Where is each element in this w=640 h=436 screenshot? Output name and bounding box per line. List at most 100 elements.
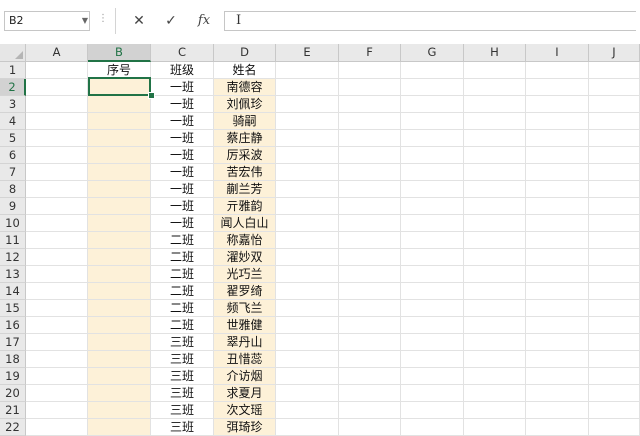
cell-e19[interactable] <box>276 368 339 385</box>
cell-c21[interactable]: 三班 <box>151 402 214 419</box>
spreadsheet-grid[interactable]: A B C D E F G H I J 1 序号 班级 姓名 2 一班 南德容 3 一班 刘佩珍 4 一班 骑嗣 5 一班 蔡庄静… <box>0 40 640 436</box>
cell-f11[interactable] <box>339 232 401 249</box>
cell-a20[interactable] <box>26 385 88 402</box>
chevron-down-icon[interactable]: ▼ <box>80 11 90 31</box>
cell-c22[interactable]: 三班 <box>151 419 214 436</box>
cell-h2[interactable] <box>464 79 526 96</box>
cell-i16[interactable] <box>526 317 589 334</box>
cell-b9[interactable] <box>88 198 151 215</box>
cell-e9[interactable] <box>276 198 339 215</box>
cell-g15[interactable] <box>401 300 464 317</box>
cell-c12[interactable]: 二班 <box>151 249 214 266</box>
cell-a12[interactable] <box>26 249 88 266</box>
cell-d3[interactable]: 刘佩珍 <box>214 96 276 113</box>
cell-j5[interactable] <box>589 130 640 147</box>
cell-g2[interactable] <box>401 79 464 96</box>
cell-f14[interactable] <box>339 283 401 300</box>
cell-e7[interactable] <box>276 164 339 181</box>
cell-e8[interactable] <box>276 181 339 198</box>
cell-j8[interactable] <box>589 181 640 198</box>
cell-g6[interactable] <box>401 147 464 164</box>
cell-h11[interactable] <box>464 232 526 249</box>
column-header-i[interactable]: I <box>526 44 589 62</box>
cell-f4[interactable] <box>339 113 401 130</box>
row-header-20[interactable]: 20 <box>0 385 26 402</box>
cell-h22[interactable] <box>464 419 526 436</box>
cell-f7[interactable] <box>339 164 401 181</box>
column-header-c[interactable]: C <box>151 44 214 62</box>
cell-d20[interactable]: 求夏月 <box>214 385 276 402</box>
row-header-4[interactable]: 4 <box>0 113 26 130</box>
cell-d12[interactable]: 濯妙双 <box>214 249 276 266</box>
cell-d15[interactable]: 频飞兰 <box>214 300 276 317</box>
cell-f17[interactable] <box>339 334 401 351</box>
cell-f9[interactable] <box>339 198 401 215</box>
cell-g8[interactable] <box>401 181 464 198</box>
row-header-14[interactable]: 14 <box>0 283 26 300</box>
cell-i13[interactable] <box>526 266 589 283</box>
cell-c3[interactable]: 一班 <box>151 96 214 113</box>
cell-j12[interactable] <box>589 249 640 266</box>
cell-j13[interactable] <box>589 266 640 283</box>
cancel-icon[interactable]: ✕ <box>128 10 150 32</box>
cell-b16[interactable] <box>88 317 151 334</box>
cell-d13[interactable]: 光巧兰 <box>214 266 276 283</box>
row-header-19[interactable]: 19 <box>0 368 26 385</box>
cell-a21[interactable] <box>26 402 88 419</box>
cell-j21[interactable] <box>589 402 640 419</box>
cell-a9[interactable] <box>26 198 88 215</box>
cell-j7[interactable] <box>589 164 640 181</box>
column-header-e[interactable]: E <box>276 44 339 62</box>
cell-h5[interactable] <box>464 130 526 147</box>
cell-d21[interactable]: 次文瑶 <box>214 402 276 419</box>
cell-e13[interactable] <box>276 266 339 283</box>
cell-b12[interactable] <box>88 249 151 266</box>
insert-function-icon[interactable]: fx <box>193 10 215 32</box>
cell-a5[interactable] <box>26 130 88 147</box>
more-icon[interactable]: ⋮ <box>98 13 108 24</box>
cell-e10[interactable] <box>276 215 339 232</box>
cell-e17[interactable] <box>276 334 339 351</box>
cell-g5[interactable] <box>401 130 464 147</box>
cell-c6[interactable]: 一班 <box>151 147 214 164</box>
cell-a17[interactable] <box>26 334 88 351</box>
cell-c14[interactable]: 二班 <box>151 283 214 300</box>
column-header-g[interactable]: G <box>401 44 464 62</box>
cell-e6[interactable] <box>276 147 339 164</box>
cell-g19[interactable] <box>401 368 464 385</box>
cell-h17[interactable] <box>464 334 526 351</box>
cell-c15[interactable]: 二班 <box>151 300 214 317</box>
cell-i11[interactable] <box>526 232 589 249</box>
cell-d2[interactable]: 南德容 <box>214 79 276 96</box>
cell-b8[interactable] <box>88 181 151 198</box>
cell-d17[interactable]: 翠丹山 <box>214 334 276 351</box>
cell-i6[interactable] <box>526 147 589 164</box>
row-header-11[interactable]: 11 <box>0 232 26 249</box>
cell-e3[interactable] <box>276 96 339 113</box>
cell-j14[interactable] <box>589 283 640 300</box>
cell-h12[interactable] <box>464 249 526 266</box>
row-header-21[interactable]: 21 <box>0 402 26 419</box>
cell-i18[interactable] <box>526 351 589 368</box>
cell-g17[interactable] <box>401 334 464 351</box>
cell-i22[interactable] <box>526 419 589 436</box>
cell-j17[interactable] <box>589 334 640 351</box>
cell-a14[interactable] <box>26 283 88 300</box>
cell-d7[interactable]: 苦宏伟 <box>214 164 276 181</box>
row-header-13[interactable]: 13 <box>0 266 26 283</box>
cell-j1[interactable] <box>589 62 640 79</box>
cell-b7[interactable] <box>88 164 151 181</box>
cell-g3[interactable] <box>401 96 464 113</box>
cell-a8[interactable] <box>26 181 88 198</box>
cell-j16[interactable] <box>589 317 640 334</box>
cell-e5[interactable] <box>276 130 339 147</box>
cell-i20[interactable] <box>526 385 589 402</box>
row-header-18[interactable]: 18 <box>0 351 26 368</box>
cell-i19[interactable] <box>526 368 589 385</box>
cell-i15[interactable] <box>526 300 589 317</box>
cell-a16[interactable] <box>26 317 88 334</box>
column-header-a[interactable]: A <box>26 44 88 62</box>
row-header-17[interactable]: 17 <box>0 334 26 351</box>
cell-a22[interactable] <box>26 419 88 436</box>
cell-i1[interactable] <box>526 62 589 79</box>
